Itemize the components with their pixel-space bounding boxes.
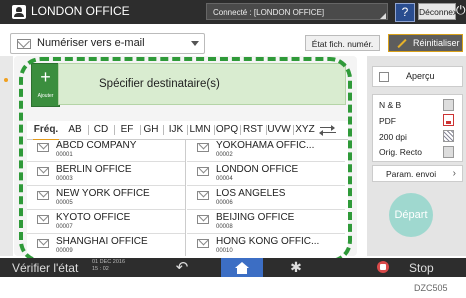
date: 01 DEC 2016 xyxy=(92,259,126,265)
time: 15 : 02 xyxy=(92,266,109,272)
chevron-right-icon: › xyxy=(452,168,456,179)
connection-corner-icon xyxy=(379,7,387,19)
scan-mode-select[interactable]: Numériser vers e-mail xyxy=(10,33,205,54)
start-button[interactable]: Départ xyxy=(389,193,433,237)
color-setting: N & B xyxy=(379,100,402,110)
file-type-setting: PDF xyxy=(379,116,396,126)
send-params-button[interactable]: Param. envoi › xyxy=(372,165,463,182)
check-status-button[interactable]: Vérifier l'état xyxy=(12,261,78,275)
file-status-button[interactable]: État fich. numér. xyxy=(305,35,380,51)
preview-label: Aperçu xyxy=(406,71,435,81)
user-account-icon[interactable] xyxy=(12,5,26,19)
stop-button[interactable]: Stop xyxy=(409,261,434,275)
star-icon xyxy=(4,78,8,82)
original-side-icon xyxy=(443,146,454,158)
reset-label: Réinitialiser xyxy=(413,38,460,48)
chevron-down-icon xyxy=(191,41,199,46)
original-side-setting: Orig. Recto xyxy=(379,147,422,157)
resolution-icon xyxy=(443,130,454,142)
home-button[interactable] xyxy=(221,258,263,277)
logout-button[interactable]: Déconnexion xyxy=(418,3,466,20)
side-strip xyxy=(0,56,13,256)
preview-toggle[interactable]: Aperçu xyxy=(372,66,463,87)
power-icon[interactable]: ⏻ xyxy=(456,3,466,20)
pdf-icon xyxy=(443,114,454,126)
connection-status: Connecté : [LONDON OFFICE] xyxy=(206,3,388,20)
color-mode-icon xyxy=(443,99,454,111)
eraser-icon xyxy=(397,38,407,48)
highlight-dashed-outline xyxy=(19,57,352,263)
mail-icon xyxy=(17,39,31,49)
resolution-setting: 200 dpi xyxy=(379,132,407,142)
help-button[interactable]: ? xyxy=(395,3,415,22)
office-title: LONDON OFFICE xyxy=(31,4,130,18)
scan-settings-summary[interactable]: N & B PDF 200 dpi Orig. Recto xyxy=(372,94,463,162)
gear-icon[interactable]: ✱ xyxy=(284,258,308,277)
send-params-label: Param. envoi xyxy=(386,169,437,179)
scan-mode-label: Numériser vers e-mail xyxy=(37,37,145,49)
stop-icon[interactable] xyxy=(377,261,389,273)
preview-checkbox[interactable] xyxy=(379,72,389,82)
date-time: 01 DEC 2016 15 : 02 xyxy=(92,259,125,273)
reset-button[interactable]: Réinitialiser xyxy=(388,34,463,52)
back-icon[interactable]: ↶ xyxy=(173,258,191,277)
figure-code: DZC505 xyxy=(414,283,448,293)
